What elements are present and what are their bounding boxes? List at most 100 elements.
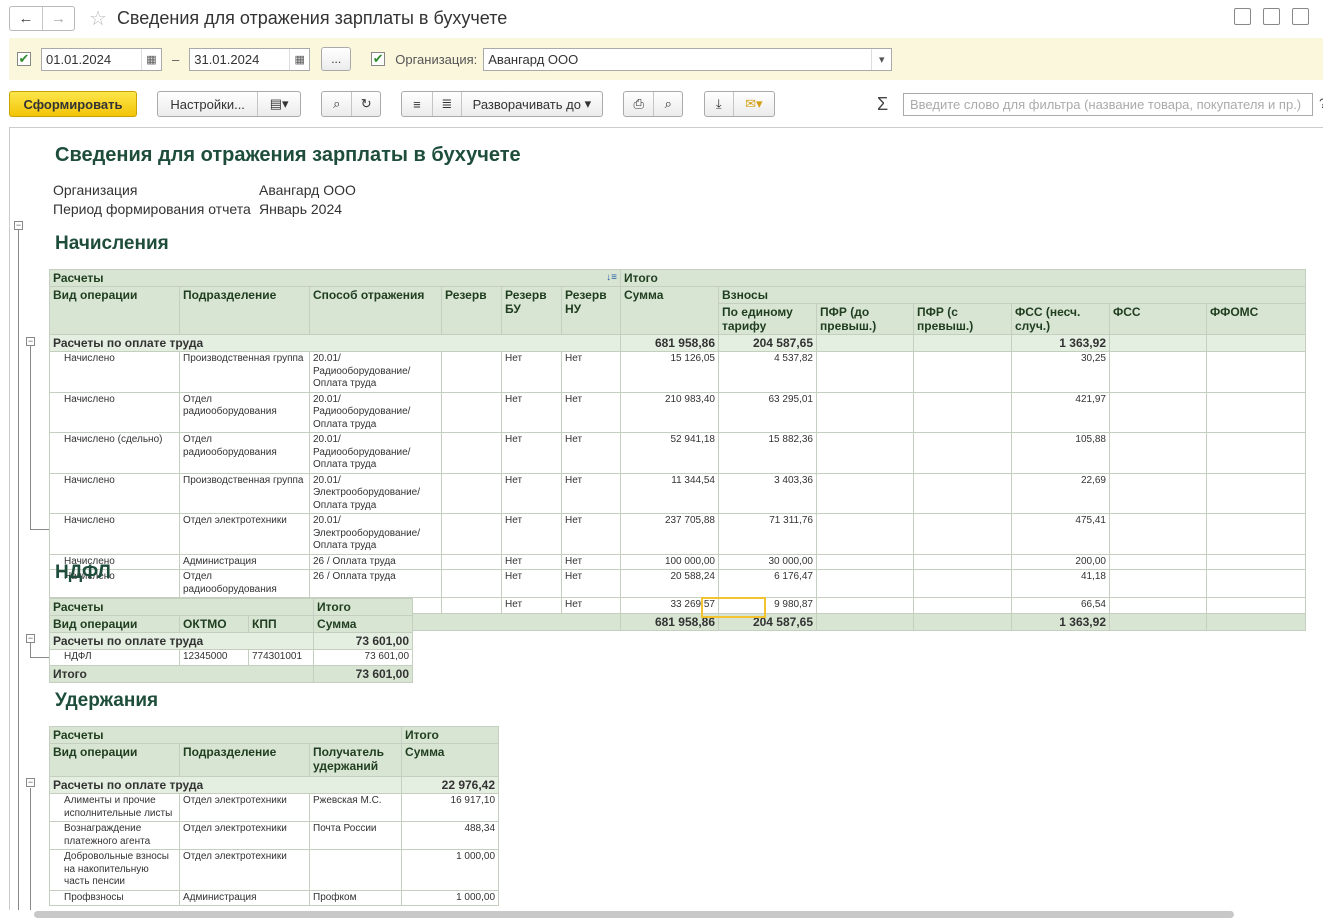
forward-arrow-icon[interactable]: → (42, 6, 74, 30)
settings-label: Настройки... (170, 96, 245, 112)
search-icon[interactable]: ⌕ (322, 96, 351, 112)
cell-edin: 63 295,01 (718, 391, 817, 433)
organization-checkbox[interactable]: ✔ (371, 52, 386, 66)
organization-field[interactable]: Авангард ООО ▾ (483, 47, 893, 71)
cell-edin: 71 311,76 (718, 513, 817, 555)
print-preview-icon[interactable]: ⌕ (653, 92, 682, 116)
outline-line (30, 643, 31, 657)
calendar-icon[interactable]: ▦ (141, 48, 161, 70)
cell-edin: 30 000,00 (718, 553, 817, 570)
header-summa: Сумма (620, 286, 719, 335)
sigma-icon[interactable]: Σ (877, 94, 888, 115)
table-row: Добровольные взносы на накопительную час… (49, 849, 500, 891)
cell-summa: 488,34 (401, 821, 500, 850)
header-itogo: Итого (401, 726, 500, 744)
cell-fss-ns: 41,18 (1011, 569, 1110, 598)
expand-to-button[interactable]: Разворачивать до ▾ (460, 92, 602, 116)
back-arrow-icon[interactable]: ← (10, 7, 42, 30)
group-summa: 73 601,00 (313, 632, 414, 650)
cell-summa: 210 983,40 (620, 391, 719, 433)
organization-label: Организация: (395, 51, 478, 67)
cell-summa: 1 000,00 (401, 849, 500, 891)
window-title: Сведения для отражения зарплаты в бухуче… (116, 7, 508, 28)
cell-kpp: 774301001 (247, 649, 315, 666)
header-podr: Подразделение (179, 286, 310, 335)
print-icon[interactable] (1263, 8, 1280, 25)
table-row: Начислено Производственная группа 20.01/Эл… (49, 472, 1307, 514)
cell-podr: Отдел электротехники (179, 513, 310, 555)
collapse-all-icon[interactable]: ≣ (431, 92, 461, 116)
cell-poluch (308, 849, 403, 891)
header-fss-ns: ФСС (несч. случ.) (1011, 303, 1110, 335)
date-from-field[interactable]: 01.01.2024 ▦ (41, 47, 162, 71)
expand-all-icon[interactable]: ≡ (402, 97, 432, 112)
date-to-value: 31.01.2024 (194, 51, 260, 67)
cell-rezerv (441, 351, 502, 393)
calendar-icon[interactable]: ▦ (289, 48, 309, 70)
filter-search-input[interactable]: Введите слово для фильтра (название това… (903, 93, 1313, 116)
header-raschety: Расчеты (48, 726, 403, 744)
cell-sposob: 20.01/Радиооборудование/ Оплата труда (309, 351, 442, 393)
horizontal-scrollbar[interactable] (30, 910, 1323, 918)
cell-edin: 3 403,36 (718, 472, 817, 514)
collapse-icon[interactable]: − (14, 221, 23, 230)
download-icon[interactable]: ⤓ (705, 96, 733, 112)
period-select-button[interactable]: ... (321, 47, 352, 71)
save-icon[interactable] (1234, 8, 1251, 25)
cell-podr: Администрация (179, 553, 310, 570)
cell-poluch: Почта России (308, 821, 403, 850)
favorite-star-icon[interactable]: ☆ (89, 6, 107, 31)
help-icon[interactable]: ? (1319, 95, 1323, 111)
scrollbar-thumb[interactable] (34, 911, 1234, 918)
group-edin: 204 587,65 (718, 334, 817, 352)
cell-vid: Начислено (49, 513, 180, 555)
selected-cell[interactable] (701, 597, 766, 618)
envelope-icon[interactable]: ✉▾ (732, 92, 774, 116)
cell-ffoms (1205, 597, 1307, 614)
search-next-icon[interactable]: ↻ (351, 92, 380, 116)
chevron-down-icon[interactable]: ▾ (871, 48, 891, 70)
table-row: НДФЛ 12345000 774301001 73 601,00 (49, 649, 414, 666)
collapse-icon[interactable]: − (26, 634, 35, 643)
settings-button[interactable]: Настройки... ▤▾ (157, 91, 301, 117)
cell-fss (1109, 569, 1207, 598)
cell-fss-ns: 475,41 (1011, 513, 1110, 555)
generate-button[interactable]: Сформировать (9, 91, 137, 117)
cell-pfr-s (913, 513, 1012, 555)
meta-org-value: Авангард ООО (259, 182, 356, 198)
header-oktmo: ОКТМО (179, 615, 249, 633)
header-summa: Сумма (401, 743, 500, 777)
cell-rezerv-nu: Нет (561, 472, 621, 514)
cell-pfr-s (913, 569, 1012, 598)
cell-rezerv-bu: Нет (501, 597, 562, 614)
variant-icon[interactable]: ▤▾ (257, 92, 300, 116)
cell-ffoms (1205, 391, 1307, 433)
table-row: Начислено Отдел радиооборудования 20.01/Ра… (49, 391, 1307, 433)
print-icon[interactable]: ⎙ (624, 96, 653, 112)
cell-edin: 15 882,36 (718, 432, 817, 474)
collapse-icon[interactable]: − (26, 778, 35, 787)
sort-icon[interactable]: ↓≡ (606, 271, 617, 285)
period-checkbox[interactable]: ✔ (17, 52, 31, 66)
cell-pfr-do (816, 391, 914, 433)
cell-vid: Начислено (49, 472, 180, 514)
cell-vid: НДФЛ (49, 649, 180, 666)
header-fss: ФСС (1109, 303, 1207, 335)
table-row: Начислено (сдельно) Отдел радиооборудован… (49, 432, 1307, 474)
cell-rezerv-nu: Нет (561, 597, 621, 614)
cell-rezerv-bu: Нет (501, 351, 562, 393)
collapse-icon[interactable]: − (26, 337, 35, 346)
cell-rezerv-bu: Нет (501, 391, 562, 433)
empty-cell (1205, 612, 1307, 631)
header-rezerv: Резерв (441, 286, 502, 335)
cell-vid: Начислено (сдельно) (49, 432, 180, 474)
cell-oktmo: 12345000 (179, 649, 249, 666)
date-to-field[interactable]: 31.01.2024 ▦ (189, 47, 311, 71)
preview-icon[interactable] (1292, 8, 1309, 25)
cell-rezerv-nu: Нет (561, 569, 621, 598)
app-window: ← → ☆ Сведения для отражения зарплаты в … (0, 0, 1323, 918)
group-name: Расчеты по оплате труда (48, 776, 403, 794)
cell-rezerv (441, 569, 502, 598)
date-separator: – (172, 51, 180, 67)
cell-rezerv-nu: Нет (561, 513, 621, 555)
